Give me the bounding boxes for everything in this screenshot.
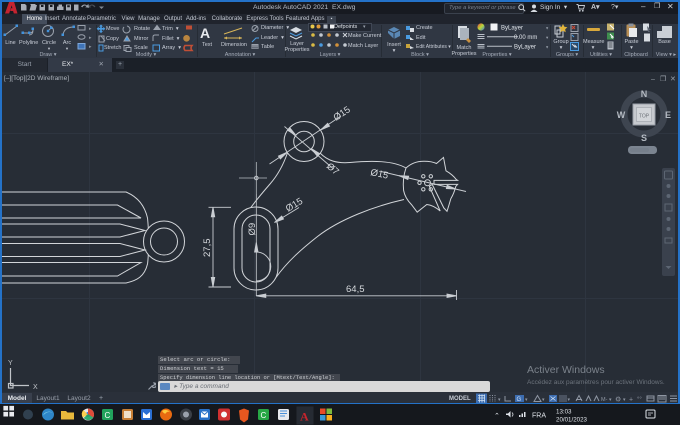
svg-text:C: C xyxy=(261,411,267,420)
svg-text:Ø15: Ø15 xyxy=(369,167,389,181)
svg-text:Ø15: Ø15 xyxy=(284,196,305,215)
svg-text:64,5: 64,5 xyxy=(346,284,365,295)
svg-text:▾: ▾ xyxy=(546,35,549,40)
svg-text:▸: ▸ xyxy=(89,35,92,41)
svg-text:ByLayer: ByLayer xyxy=(501,26,523,32)
svg-text:0.00 mm: 0.00 mm xyxy=(514,35,537,41)
svg-text:13:03: 13:03 xyxy=(556,409,572,416)
svg-text:Y: Y xyxy=(8,360,13,367)
svg-text:❐: ❐ xyxy=(660,75,666,83)
svg-text:FRA: FRA xyxy=(532,413,546,420)
svg-text:ByLayer: ByLayer xyxy=(514,45,536,50)
svg-text:Ø9: Ø9 xyxy=(247,223,258,236)
svg-text:S: S xyxy=(641,133,647,143)
svg-text:✕: ✕ xyxy=(670,76,676,83)
svg-text:N: N xyxy=(641,89,648,99)
svg-text:–: – xyxy=(651,76,655,83)
svg-text:▸: ▸ xyxy=(89,26,92,32)
svg-text:X: X xyxy=(33,384,38,391)
svg-text:Ø15: Ø15 xyxy=(332,104,353,123)
svg-text:▾: ▾ xyxy=(546,45,549,50)
svg-text:TOP: TOP xyxy=(639,114,650,120)
svg-text:A: A xyxy=(300,410,309,424)
svg-text:27,5: 27,5 xyxy=(202,239,213,258)
svg-text:[–][Top][2D Wireframe]: [–][Top][2D Wireframe] xyxy=(4,75,69,82)
svg-text:⌃: ⌃ xyxy=(494,412,500,420)
svg-text:▸: ▸ xyxy=(89,44,92,50)
svg-text:E: E xyxy=(665,110,671,120)
svg-text:C: C xyxy=(105,411,111,420)
svg-text:▾: ▾ xyxy=(546,26,549,31)
svg-text:20/01/2023: 20/01/2023 xyxy=(556,417,588,424)
svg-text:W: W xyxy=(617,110,626,120)
